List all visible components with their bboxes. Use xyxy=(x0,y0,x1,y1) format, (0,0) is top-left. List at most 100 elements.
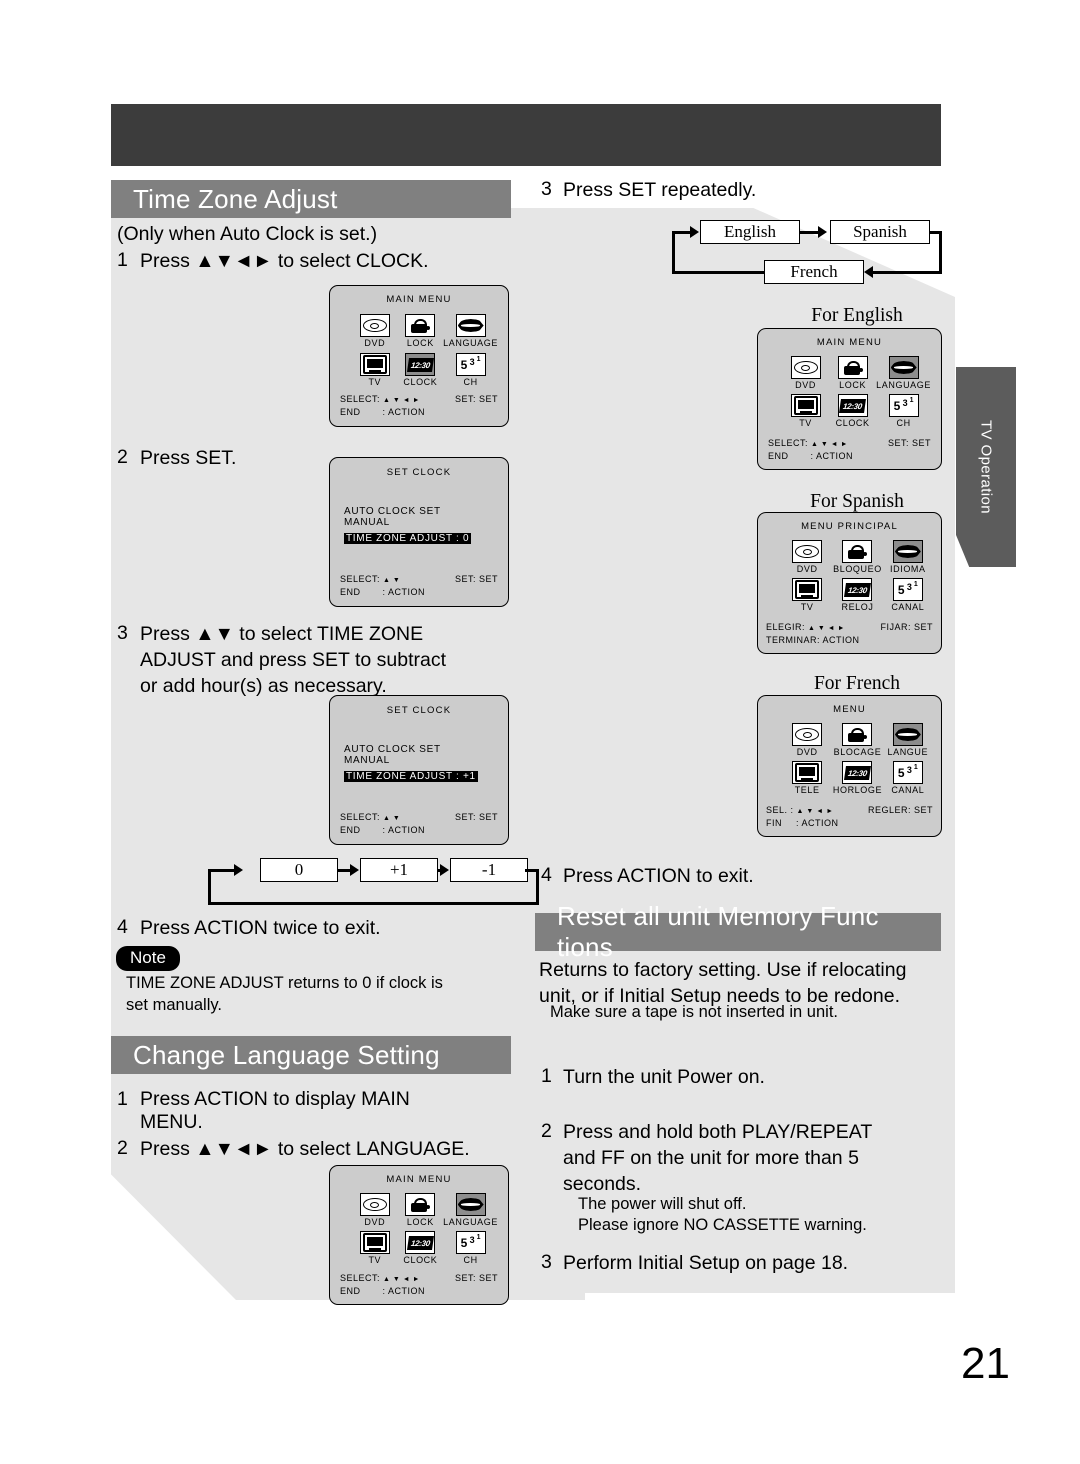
osd-set-clock-zero: SET CLOCK AUTO CLOCK SET MANUAL TIME ZON… xyxy=(329,457,509,607)
dvd-icon[interactable] xyxy=(792,540,823,563)
dvd-icon[interactable] xyxy=(790,356,821,379)
osd-menu-item-label: LANGUAGE xyxy=(443,338,498,348)
reset-memory-step-3-text: Perform Initial Setup on page 18. xyxy=(563,1252,849,1274)
clock-icon[interactable]: 12:30 xyxy=(405,1231,436,1254)
channel-icon[interactable]: 531 xyxy=(455,353,486,376)
osd-menu-item[interactable]: LANGUAGE xyxy=(443,314,498,348)
osd-menu-item[interactable]: LANGUE xyxy=(883,723,933,757)
clock-icon: 12:30 xyxy=(839,398,867,413)
lock-icon[interactable] xyxy=(842,723,873,746)
tv-icon[interactable] xyxy=(359,1231,390,1254)
dvd-icon[interactable] xyxy=(359,1193,390,1216)
osd-menu-item[interactable]: LOCK xyxy=(398,1193,444,1227)
osd-menu-item[interactable]: LOCK xyxy=(398,314,444,348)
osd-footer: SELECT: ▲ ▼ SET: SET END : ACTION xyxy=(340,811,498,836)
osd-menu-item[interactable]: 5 3 1 CH xyxy=(443,1231,498,1265)
osd-menu-item[interactable]: TV xyxy=(352,353,398,387)
osd-menu-item[interactable]: IDIOMA xyxy=(883,540,933,574)
language-icon[interactable] xyxy=(892,723,923,746)
change-language-step-3-text: Press SET repeatedly. xyxy=(563,179,757,201)
tv-icon[interactable] xyxy=(792,761,823,784)
lock-icon[interactable] xyxy=(842,540,873,563)
language-icon[interactable] xyxy=(455,314,486,337)
channel-icon[interactable]: 531 xyxy=(455,1231,486,1254)
clock-icon[interactable]: 12:30 xyxy=(842,578,873,601)
reset-memory-step-1-text: Turn the unit Power on. xyxy=(563,1066,765,1088)
clock-icon[interactable]: 12:30 xyxy=(837,394,868,417)
osd-menu-item[interactable]: DVD xyxy=(782,356,829,390)
osd-menu-item[interactable]: LOCK xyxy=(829,356,876,390)
step-number: 4 xyxy=(541,864,552,886)
osd-menu-item[interactable]: TELE xyxy=(782,761,832,795)
osd-menu-item[interactable]: TV xyxy=(352,1231,398,1265)
osd-title: SET CLOCK xyxy=(386,705,452,716)
osd-menu-item[interactable]: BLOQUEO xyxy=(832,540,882,574)
change-language-step-2-text: Press ▲▼◄► to select LANGUAGE. xyxy=(140,1138,470,1160)
osd-menu-item-label: DVD xyxy=(796,747,818,757)
osd-foot-set: SET: SET xyxy=(454,1273,498,1284)
osd-menu-item[interactable]: LANGUAGE xyxy=(876,356,931,390)
osd-menu-item[interactable]: 12:30 CLOCK xyxy=(398,1231,444,1265)
dvd-icon[interactable] xyxy=(792,723,823,746)
osd-menu-item[interactable]: BLOCAGE xyxy=(832,723,882,757)
osd-menu-item[interactable]: TV xyxy=(782,578,832,612)
lock-icon[interactable] xyxy=(405,314,436,337)
osd-menu-item-label: TV xyxy=(800,602,814,612)
osd-menu-item-label: TV xyxy=(799,418,812,428)
osd-foot-select: SELECT: ▲ ▼ ◄ ► xyxy=(768,438,849,449)
osd-main-menu-language: MAIN MENU DVD LOCK LANGUAGE TV 12:30 CLOCK 5 3 1… xyxy=(329,1165,509,1305)
osd-menu-item[interactable]: DVD xyxy=(782,723,832,757)
language-icon[interactable] xyxy=(892,540,923,563)
osd-menu-item[interactable]: TV xyxy=(782,394,829,428)
osd-menu-item-label: CANAL xyxy=(891,602,925,612)
section-title-text: Reset all unit Memory Func tions xyxy=(557,901,879,962)
channel-icon[interactable]: 531 xyxy=(892,761,923,784)
dvd-icon[interactable] xyxy=(359,314,390,337)
tv-icon[interactable] xyxy=(359,353,390,376)
osd-foot-end-val: : ACTION xyxy=(796,817,839,828)
clock-icon[interactable]: 12:30 xyxy=(405,353,436,376)
osd-foot-end-val: : ACTION xyxy=(382,824,426,835)
osd-foot-select: SELECT: ▲ ▼ xyxy=(340,574,401,585)
caption-for-english: For English xyxy=(811,305,903,326)
tv-icon[interactable] xyxy=(792,578,823,601)
osd-menu-item[interactable]: 12:30 CLOCK xyxy=(398,353,444,387)
language-icon[interactable] xyxy=(455,1193,486,1216)
osd-foot-set: FIJAR: SET xyxy=(880,622,933,633)
osd-menu-item[interactable]: 12:30 CLOCK xyxy=(829,394,876,428)
osd-menu-item-label: DVD xyxy=(796,564,818,574)
osd-foot-set: SET: SET xyxy=(887,438,931,449)
osd-menu-item[interactable]: DVD xyxy=(352,1193,398,1227)
osd-menu-item-label: TELE xyxy=(794,785,820,795)
osd-menu-item-label: DVD xyxy=(795,380,816,390)
tv-icon xyxy=(362,1233,387,1252)
osd-footer: SELECT: ▲ ▼ ◄ ► SET: SET END : ACTION xyxy=(340,1272,498,1297)
osd-icon-grid: DVD BLOQUEO IDIOMA TV 12:30 RELOJ 5 3 1 CANAL xyxy=(782,540,933,612)
osd-menu-item[interactable]: 5 3 1 CH xyxy=(443,353,498,387)
osd-line-auto-clock-set: AUTO CLOCK SET xyxy=(344,744,441,755)
osd-menu-item-label: CH xyxy=(896,418,911,428)
lock-icon[interactable] xyxy=(837,356,868,379)
osd-menu-item[interactable]: 12:30 HORLOGE xyxy=(832,761,882,795)
osd-menu-item[interactable]: 5 3 1 CANAL xyxy=(883,761,933,795)
step-number: 1 xyxy=(117,1088,128,1110)
osd-foot-set: SET: SET xyxy=(454,574,498,585)
tv-icon xyxy=(362,355,387,374)
flow-arrow-right xyxy=(690,226,699,238)
osd-menu-item[interactable]: LANGUAGE xyxy=(443,1193,498,1227)
osd-menu-item[interactable]: 12:30 RELOJ xyxy=(832,578,882,612)
language-icon[interactable] xyxy=(888,356,919,379)
channel-icon[interactable]: 531 xyxy=(892,578,923,601)
osd-for-french: MENU DVD BLOCAGE LANGUE TELE 12:30 HORLOGE 5 3 1… xyxy=(757,695,942,837)
osd-menu-item[interactable]: DVD xyxy=(352,314,398,348)
clock-icon[interactable]: 12:30 xyxy=(842,761,873,784)
flow-diagram-language: English Spanish French xyxy=(672,220,942,290)
osd-menu-item[interactable]: DVD xyxy=(782,540,832,574)
tv-icon[interactable] xyxy=(790,394,821,417)
osd-menu-item[interactable]: 5 3 1 CANAL xyxy=(883,578,933,612)
channel-icon[interactable]: 531 xyxy=(888,394,919,417)
lock-icon[interactable] xyxy=(405,1193,436,1216)
osd-menu-item-label: LOCK xyxy=(406,1217,434,1227)
osd-foot-end-val: : ACTION xyxy=(382,406,426,417)
osd-menu-item[interactable]: 5 3 1 CH xyxy=(876,394,931,428)
